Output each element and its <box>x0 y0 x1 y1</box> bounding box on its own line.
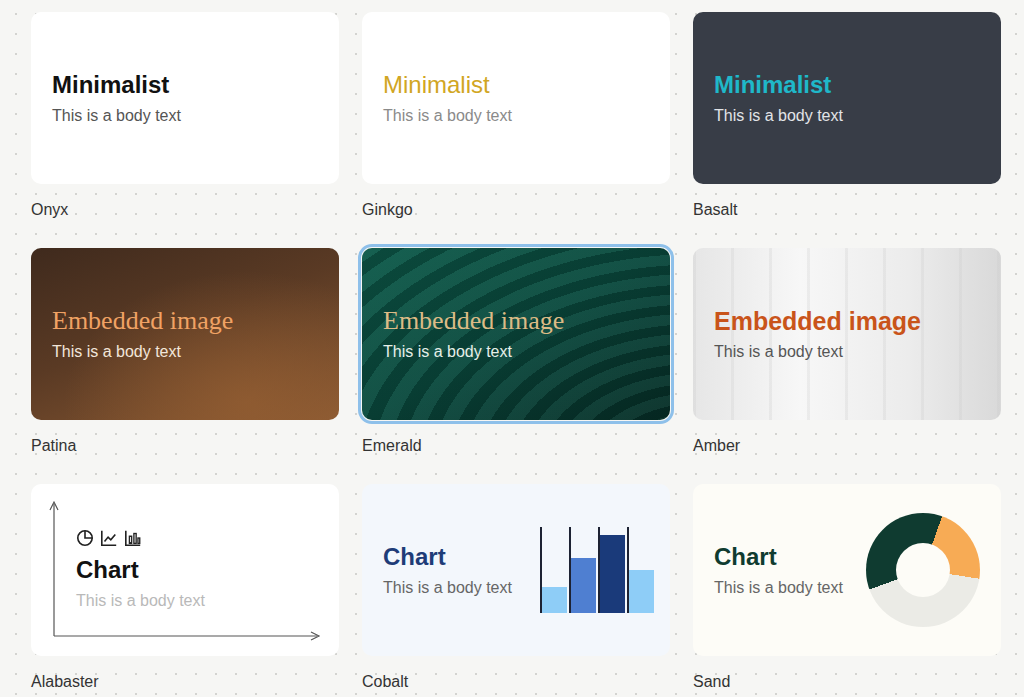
bar <box>629 570 654 613</box>
theme-name: Amber <box>693 436 1001 456</box>
theme-option[interactable]: Embedded image This is a body text Emerald <box>362 248 670 456</box>
card-title: Embedded image <box>714 306 921 336</box>
bar <box>571 558 596 613</box>
theme-name: Sand <box>693 672 1001 692</box>
line-chart-icon <box>100 529 118 547</box>
theme-option[interactable]: Chart This is a body text Sand <box>693 484 1001 692</box>
card-title: Embedded image <box>52 306 233 336</box>
card-body-text: This is a body text <box>714 578 843 598</box>
theme-name: Ginkgo <box>362 200 670 220</box>
theme-option[interactable]: Minimalist This is a body text Basalt <box>693 12 1001 220</box>
card-title: Minimalist <box>383 70 512 100</box>
theme-option[interactable]: Chart This is a body text Cobalt <box>362 484 670 692</box>
card-text: Minimalist This is a body text <box>383 70 512 126</box>
card-body-text: This is a body text <box>383 342 564 362</box>
bar-chart <box>540 527 654 613</box>
theme-card[interactable]: Chart This is a body text <box>693 484 1001 656</box>
card-body-text: This is a body text <box>383 106 512 126</box>
card-title: Minimalist <box>714 70 843 100</box>
bar-column <box>627 527 654 613</box>
card-title: Chart <box>714 542 843 572</box>
theme-option[interactable]: Minimalist This is a body text Onyx <box>31 12 339 220</box>
theme-name: Basalt <box>693 200 1001 220</box>
theme-card[interactable]: Embedded image This is a body text <box>362 248 670 420</box>
card-text: Chart This is a body text <box>383 542 512 598</box>
theme-card[interactable]: Minimalist This is a body text <box>362 12 670 184</box>
bar <box>542 587 567 613</box>
theme-name: Onyx <box>31 200 339 220</box>
theme-option[interactable]: Embedded image This is a body text Amber <box>693 248 1001 456</box>
donut-hole <box>896 543 950 597</box>
bar <box>600 535 625 613</box>
theme-name: Cobalt <box>362 672 670 692</box>
theme-name: Patina <box>31 436 339 456</box>
card-title: Chart <box>76 555 205 585</box>
card-text: Embedded image This is a body text <box>52 306 233 362</box>
theme-card[interactable]: Chart This is a body text <box>31 484 339 656</box>
theme-name: Alabaster <box>31 672 339 692</box>
card-title: Chart <box>383 542 512 572</box>
card-text: Chart This is a body text <box>714 542 843 598</box>
bar-column <box>540 527 567 613</box>
theme-card[interactable]: Minimalist This is a body text <box>693 12 1001 184</box>
theme-gallery: MinimalistThis is a body textOnyxMinimal… <box>0 0 1024 697</box>
card-body-text: This is a body text <box>76 591 205 611</box>
card-body-text: This is a body text <box>52 342 233 362</box>
theme-card[interactable]: Minimalist This is a body text <box>31 12 339 184</box>
bar-column <box>569 527 596 613</box>
card-title: Minimalist <box>52 70 181 100</box>
card-text: Chart This is a body text <box>76 529 205 611</box>
theme-option[interactable]: Chart This is a body text Alabaster <box>31 484 339 692</box>
card-title: Embedded image <box>383 306 564 336</box>
theme-option[interactable]: Embedded image This is a body text Patina <box>31 248 339 456</box>
card-body-text: This is a body text <box>714 106 843 126</box>
card-text: Embedded image This is a body text <box>383 306 564 362</box>
card-text: Embedded image This is a body text <box>714 306 921 362</box>
card-text: Minimalist This is a body text <box>714 70 843 126</box>
card-body-text: This is a body text <box>52 106 181 126</box>
donut-chart <box>866 513 980 627</box>
pie-chart-icon <box>76 529 94 547</box>
bar-column <box>598 527 625 613</box>
theme-card[interactable]: Embedded image This is a body text <box>693 248 1001 420</box>
chart-type-icons <box>76 529 205 547</box>
card-body-text: This is a body text <box>383 578 512 598</box>
theme-card[interactable]: Chart This is a body text <box>362 484 670 656</box>
card-text: Minimalist This is a body text <box>52 70 181 126</box>
theme-card[interactable]: Embedded image This is a body text <box>31 248 339 420</box>
theme-grid: MinimalistThis is a body textOnyxMinimal… <box>31 12 1024 692</box>
theme-option[interactable]: Minimalist This is a body text Ginkgo <box>362 12 670 220</box>
card-body-text: This is a body text <box>714 342 921 362</box>
bar-chart-icon <box>124 529 142 547</box>
theme-name: Emerald <box>362 436 670 456</box>
